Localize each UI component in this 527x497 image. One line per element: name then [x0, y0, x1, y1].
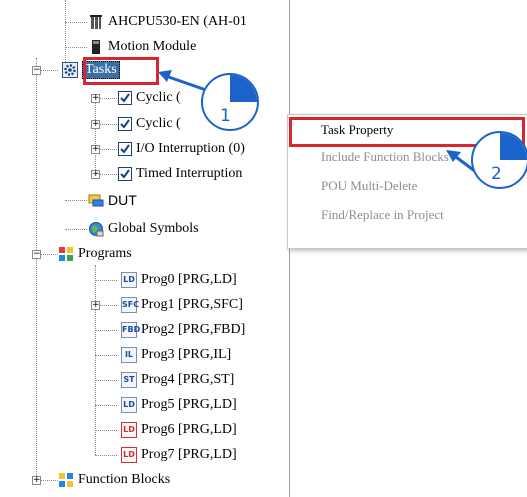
step-number: 1 [220, 106, 231, 126]
callout-arrow-1 [162, 73, 207, 92]
badge-quadrant [230, 75, 257, 102]
step-number: 2 [491, 164, 502, 184]
callout-arrows [158, 70, 485, 180]
badge-quadrant [500, 133, 527, 160]
step-badge-2: 2 [471, 131, 527, 189]
step-badge-1: 1 [201, 73, 259, 131]
